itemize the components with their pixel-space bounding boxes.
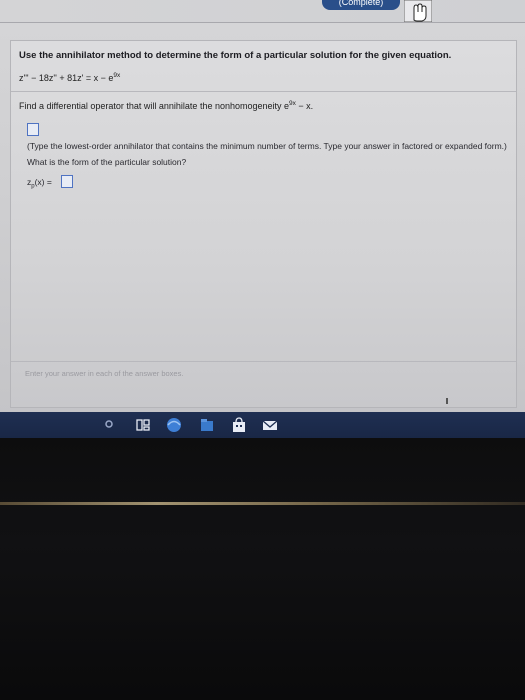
annihilator-prompt-exponent: 9x <box>289 100 296 107</box>
particular-solution-question: What is the form of the particular solut… <box>27 157 187 167</box>
annihilator-prompt: Find a differential operator that will a… <box>19 100 313 111</box>
equation-exponent: 9x <box>113 72 121 79</box>
light-reflection <box>0 502 525 505</box>
file-explorer-icon[interactable] <box>200 417 214 433</box>
footer-note: Enter your answer in each of the answer … <box>25 369 184 378</box>
task-view-icon[interactable] <box>136 417 150 433</box>
divider <box>11 91 516 92</box>
desk-background <box>0 438 525 700</box>
taskbar <box>0 412 525 438</box>
particular-solution-label: zp(x) = <box>27 177 52 190</box>
annihilator-answer-box[interactable] <box>27 123 39 136</box>
search-icon[interactable] <box>104 417 114 433</box>
equation-main: z''' − 18z'' + 81z' = x − e <box>19 73 114 83</box>
mail-icon[interactable] <box>262 417 278 433</box>
top-bar: (Complete) <box>0 0 525 23</box>
complete-button[interactable]: (Complete) <box>322 0 400 10</box>
store-icon[interactable] <box>232 417 246 433</box>
zp-tail: (x) = <box>34 177 52 187</box>
instruction-text: Use the annihilator method to determine … <box>19 50 452 61</box>
question-panel: Use the annihilator method to determine … <box>10 40 517 408</box>
equation: z''' − 18z'' + 81z' = x − e9x <box>19 72 120 83</box>
scroll-marker <box>446 398 448 404</box>
annihilator-prompt-main: Find a differential operator that will a… <box>19 101 290 111</box>
browser-icon[interactable] <box>164 417 184 433</box>
particular-solution-answer-box[interactable] <box>61 175 73 188</box>
annihilator-prompt-tail: − x. <box>295 101 314 111</box>
footer-divider <box>11 361 516 362</box>
annihilator-hint: (Type the lowest-order annihilator that … <box>27 141 507 151</box>
hand-cursor-icon <box>404 0 432 22</box>
browser-screen: (Complete) Use the annihilator method to… <box>0 0 525 420</box>
